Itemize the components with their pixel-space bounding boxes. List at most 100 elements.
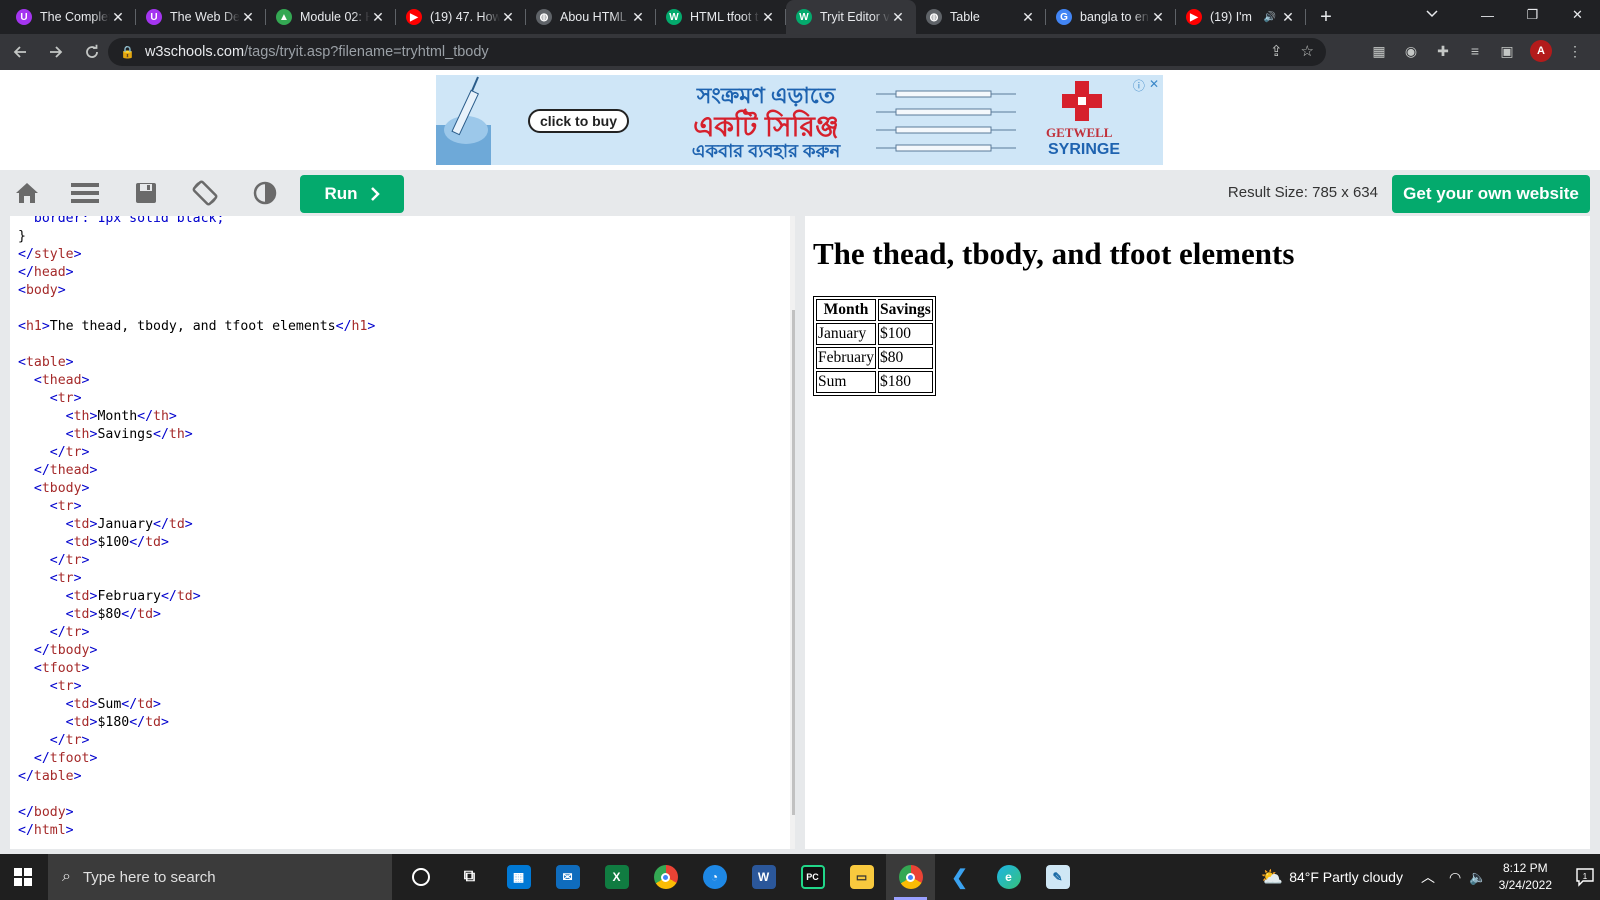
close-tab-icon[interactable]: ✕ — [370, 9, 386, 26]
browser-tab[interactable]: ▲ Module 02: H ✕ — [266, 0, 396, 34]
audio-playing-icon[interactable]: 🔊 — [1264, 12, 1276, 23]
browser-tab-label: bangla to en — [1080, 10, 1149, 24]
close-tab-icon[interactable]: ✕ — [110, 9, 126, 26]
notepad-icon[interactable]: ✎ — [1033, 854, 1082, 900]
close-tab-icon[interactable]: ✕ — [1020, 9, 1036, 26]
puzzle-extensions-icon[interactable]: ✚ — [1434, 42, 1452, 60]
code-token: < — [65, 427, 74, 442]
dark-mode-icon[interactable] — [250, 178, 280, 208]
edge-icon[interactable]: e — [984, 854, 1033, 900]
get-your-own-website-button[interactable]: Get your own website — [1392, 175, 1590, 213]
browser-tab[interactable]: W Tryit Editor v ✕ — [786, 0, 916, 34]
ad-info-icon[interactable]: ⓘ — [1133, 77, 1145, 94]
code-token: td — [73, 715, 90, 730]
save-icon[interactable] — [131, 178, 161, 208]
code-editor[interactable]: border: 1px solid black;} </style> </head>… — [10, 216, 795, 849]
code-content[interactable]: border: 1px solid black;} </style> </head>… — [18, 216, 375, 840]
back-icon[interactable] — [4, 36, 36, 68]
ad-close-icon[interactable]: ✕ — [1149, 77, 1159, 94]
click-to-buy-button[interactable]: click to buy — [528, 109, 630, 133]
weather-widget[interactable]: ⛅ 84°F Partly cloudy — [1261, 867, 1403, 888]
volume-icon[interactable]: 🔈 — [1469, 869, 1486, 886]
code-token: thead — [41, 373, 82, 388]
table-row: February $80 — [816, 347, 933, 369]
code-token: > — [73, 391, 82, 406]
code-token: > — [81, 625, 90, 640]
code-token: </ — [49, 445, 66, 460]
browser-tab[interactable]: U The Complet ✕ — [6, 0, 136, 34]
minimize-icon[interactable]: — — [1465, 0, 1510, 30]
tryit-workspace: border: 1px solid black;} </style> </head>… — [0, 216, 1600, 854]
run-button-label: Run — [324, 184, 358, 203]
scroll-up-icon[interactable]: ▲ — [790, 216, 795, 230]
menu-icon[interactable] — [70, 178, 100, 208]
mail-icon[interactable]: ✉ — [543, 854, 592, 900]
lock-icon[interactable]: 🔒 — [120, 45, 135, 59]
run-button[interactable]: Run — [300, 175, 404, 213]
media-control-icon[interactable]: ≡ — [1466, 42, 1484, 60]
close-window-icon[interactable]: ✕ — [1555, 0, 1600, 30]
chrome-icon[interactable] — [641, 854, 690, 900]
close-tab-icon[interactable]: ✕ — [500, 9, 516, 26]
file-explorer-icon[interactable]: ▭ — [837, 854, 886, 900]
rotate-layout-icon[interactable] — [190, 178, 220, 208]
tab-search-icon[interactable] — [1425, 6, 1439, 23]
browser-tab[interactable]: ▶ (19) 47. How ✕ — [396, 0, 526, 34]
home-icon[interactable] — [12, 178, 42, 208]
bookmark-star-icon[interactable]: ☆ — [1301, 42, 1314, 60]
code-token: </ — [49, 553, 66, 568]
close-tab-icon[interactable]: ✕ — [630, 9, 646, 26]
share-icon[interactable]: ⇪ — [1270, 42, 1283, 60]
excel-icon[interactable]: X — [592, 854, 641, 900]
code-token: < — [65, 517, 74, 532]
scrollbar-thumb[interactable] — [792, 310, 795, 815]
cortana-icon[interactable] — [396, 854, 445, 900]
taskbar-search[interactable]: ⌕ Type here to search — [48, 854, 392, 900]
tab-separator — [1305, 9, 1306, 25]
syringe-hand-image — [436, 76, 491, 165]
windows-start-icon[interactable] — [0, 854, 46, 900]
new-tab-button[interactable]: + — [1306, 0, 1346, 34]
ad-headline-3: একবার ব্যবহার করুন — [691, 141, 841, 161]
code-token: > — [89, 643, 98, 658]
chevron-up-icon[interactable]: ︿ — [1421, 867, 1435, 887]
ad-banner[interactable]: click to buy সংক্রমণ এড়াতে একটি সিরিঞ্জ… — [436, 75, 1163, 165]
camera-extension-icon[interactable]: ◉ — [1402, 42, 1420, 60]
clock[interactable]: 8:12 PM 3/24/2022 — [1499, 860, 1552, 894]
profile-avatar[interactable]: A — [1530, 40, 1552, 62]
code-token: tfoot — [41, 661, 82, 676]
close-tab-icon[interactable]: ✕ — [890, 9, 906, 26]
wifi-icon[interactable]: ◠ — [1449, 869, 1461, 886]
close-tab-icon[interactable]: ✕ — [1150, 9, 1166, 26]
restore-icon[interactable]: ❐ — [1510, 0, 1555, 30]
notification-center-icon[interactable]: 1 — [1570, 854, 1600, 900]
browser-tab[interactable]: W HTML tfoot t ✕ — [656, 0, 786, 34]
chrome-menu-icon[interactable]: ⋮ — [1566, 42, 1584, 60]
address-bar[interactable]: 🔒 w3schools.com/tags/tryit.asp?filename=… — [108, 38, 1326, 66]
browser-tab[interactable]: ▶ (19) I'm 🔊 ✕ — [1176, 0, 1306, 34]
editor-scrollbar[interactable]: ▲ ▼ — [790, 216, 795, 849]
close-tab-icon[interactable]: ✕ — [760, 9, 776, 26]
browser-tab[interactable]: Gbangla to en ✕ — [1046, 0, 1176, 34]
chrome-profile-icon[interactable] — [886, 854, 935, 900]
reload-icon[interactable] — [76, 36, 108, 68]
task-view-icon[interactable]: ⧉ — [445, 854, 494, 900]
pycharm-icon[interactable]: PC — [788, 854, 837, 900]
vscode-icon[interactable]: ❮ — [935, 854, 984, 900]
close-tab-icon[interactable]: ✕ — [240, 9, 256, 26]
code-line: </style> — [18, 246, 375, 264]
side-panel-icon[interactable]: ▣ — [1498, 42, 1516, 60]
microsoft-store-icon[interactable]: ▦ — [494, 854, 543, 900]
tryit-toolbar: Run Result Size: 785 x 634 Get your own … — [0, 170, 1600, 216]
browser-tab[interactable]: ◍ Abou HTML ✕ — [526, 0, 656, 34]
browser-tab[interactable]: ◍ Table ✕ — [916, 0, 1046, 34]
extension-icon[interactable]: ▦ — [1370, 42, 1388, 60]
messenger-icon[interactable]: ◔ — [690, 854, 739, 900]
scroll-down-icon[interactable]: ▼ — [790, 835, 795, 849]
browser-tab[interactable]: U The Web De ✕ — [136, 0, 266, 34]
word-icon[interactable]: W — [739, 854, 788, 900]
close-tab-icon[interactable]: ✕ — [1280, 9, 1296, 26]
forward-icon[interactable] — [40, 36, 72, 68]
